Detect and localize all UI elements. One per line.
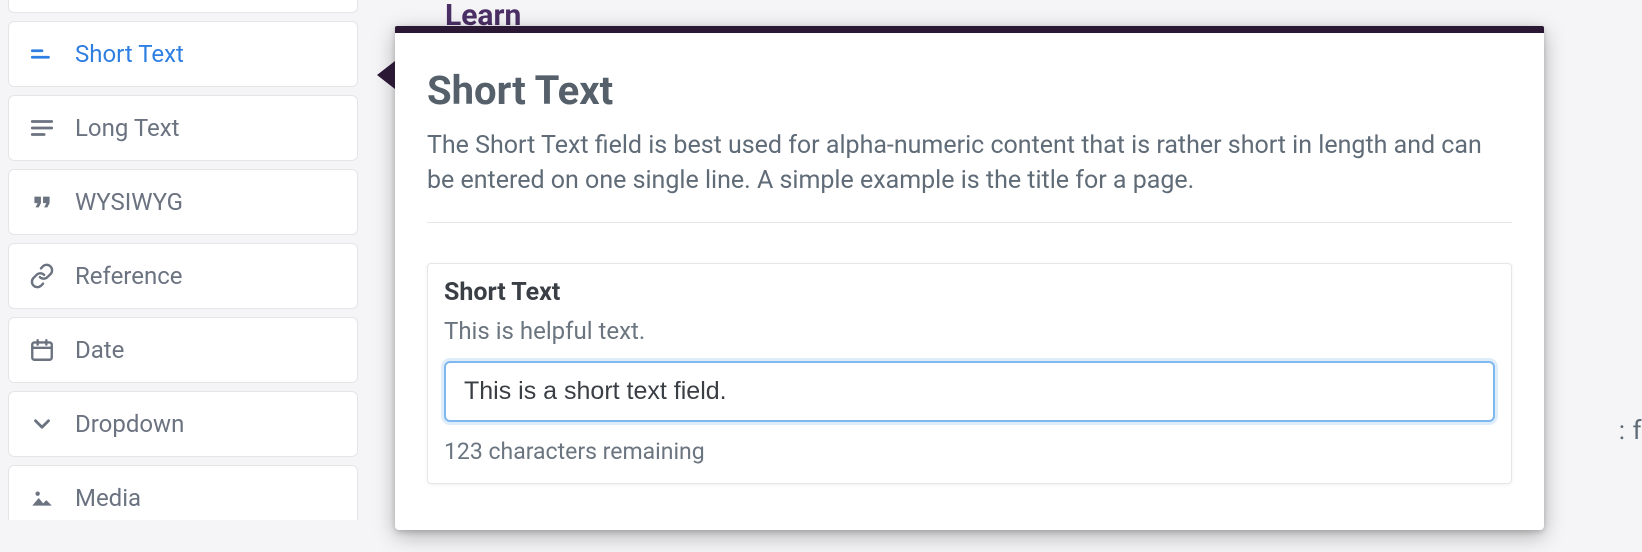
sidebar-item-reference[interactable]: Reference — [8, 243, 358, 309]
sidebar-item-label: Long Text — [75, 114, 179, 142]
sidebar-item-dropdown[interactable]: Dropdown — [8, 391, 358, 457]
link-icon — [29, 263, 61, 289]
edge-text-fragment: : f — [1619, 416, 1642, 446]
field-hint: This is helpful text. — [444, 317, 1495, 345]
sidebar-item-short-text[interactable]: Short Text — [8, 21, 358, 87]
sidebar-item-label: Dropdown — [75, 410, 184, 438]
popover-title: Short Text — [427, 67, 1512, 114]
short-text-input[interactable] — [444, 361, 1495, 422]
sidebar-item-date[interactable]: Date — [8, 317, 358, 383]
main-content: Learn Short Text The Short Text field is… — [395, 0, 1642, 552]
popover-arrow-icon — [377, 61, 395, 89]
popover-description: The Short Text field is best used for al… — [427, 128, 1512, 223]
sidebar-item-label: Reference — [75, 262, 182, 290]
sidebar-item-label: Date — [75, 336, 124, 364]
sidebar-item-wysiwyg[interactable]: WYSIWYG — [8, 169, 358, 235]
chevron-down-icon — [29, 411, 61, 437]
field-label: Short Text — [444, 278, 1495, 307]
sidebar-item-partial-top[interactable] — [8, 0, 358, 13]
field-type-sidebar: Short Text Long Text WYSIWYG Reference — [8, 0, 358, 520]
character-counter: 123 characters remaining — [444, 438, 1495, 465]
image-icon — [29, 485, 61, 511]
quotes-icon — [29, 189, 61, 215]
calendar-icon — [29, 337, 61, 363]
sidebar-item-media[interactable]: Media — [8, 465, 358, 520]
sidebar-item-label: Short Text — [75, 40, 184, 68]
sidebar-item-label: WYSIWYG — [75, 188, 183, 216]
field-example-card: Short Text This is helpful text. 123 cha… — [427, 263, 1512, 484]
long-text-icon — [29, 115, 61, 141]
sidebar-item-long-text[interactable]: Long Text — [8, 95, 358, 161]
short-text-icon — [29, 41, 61, 67]
sidebar-item-label: Media — [75, 484, 141, 512]
field-help-popover: Short Text The Short Text field is best … — [395, 26, 1544, 530]
